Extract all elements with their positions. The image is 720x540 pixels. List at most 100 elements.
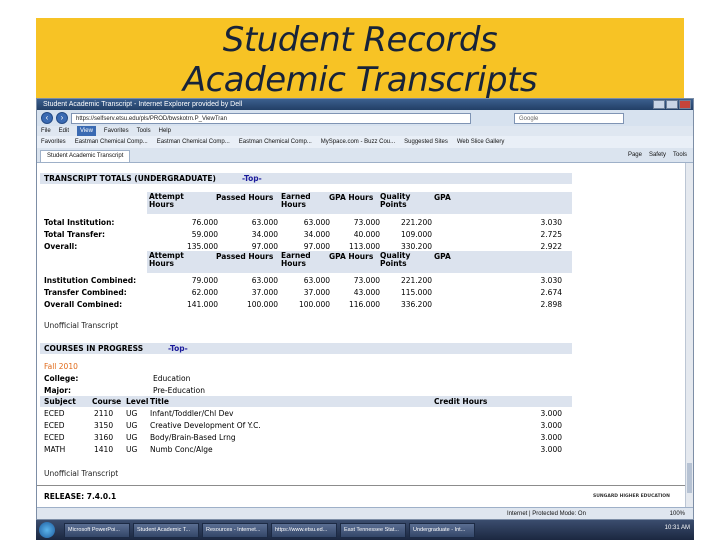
totals-top-link[interactable]: -Top- [242,174,262,183]
taskbar-item[interactable]: https://www.etsu.ed... [271,522,337,538]
cell: 109.000 [400,230,432,239]
cell: 37.000 [303,288,330,297]
minimize-button[interactable] [653,100,665,109]
cell: 141.000 [186,300,218,309]
menu-tools[interactable]: Tools [137,126,151,136]
hdr-gpa-hours: GPA Hours [329,252,374,261]
maximize-button[interactable] [666,100,678,109]
url-input[interactable]: https://selfserv.etsu.edu/pls/PROD/bwsko… [71,112,471,124]
college-value: Education [153,374,191,383]
course-subject: ECED [44,409,65,418]
zoom-level[interactable]: 100% [670,508,685,519]
course-number: 3150 [94,421,114,430]
course-subject: ECED [44,421,65,430]
hdr-credit-hours: Credit Hours [434,397,488,406]
unofficial-transcript-link[interactable]: Unofficial Transcript [44,469,118,478]
taskbar-item[interactable]: Resources - Internet... [202,522,268,538]
unofficial-transcript-link[interactable]: Unofficial Transcript [44,321,118,330]
taskbar-item[interactable]: Student Academic T... [133,522,199,538]
cmd-page[interactable]: Page [628,151,642,160]
back-arrow-icon[interactable]: ‹ [41,112,53,124]
fav-item[interactable]: Eastman Chemical Comp... [75,136,148,148]
tab-student-transcript[interactable]: Student Academic Transcript [40,150,131,162]
hdr-title: Title [150,397,169,406]
cell: 100.000 [246,300,278,309]
college-label: College: [44,374,79,383]
cell: 62.000 [191,288,218,297]
cell: 3.030 [540,218,562,227]
search-input[interactable]: Google [514,112,624,124]
fav-item[interactable]: Eastman Chemical Comp... [239,136,312,148]
release-label: RELEASE: 7.4.0.1 [44,492,117,501]
fav-item[interactable]: MySpace.com - Buzz Cou... [321,136,395,148]
sungard-logo: SUNGARD HIGHER EDUCATION [593,494,670,499]
start-button-icon[interactable] [39,522,55,538]
course-credit: 3.000 [540,433,562,442]
totals-title: TRANSCRIPT TOTALS (UNDERGRADUATE) [44,174,216,183]
cell: 76.000 [191,218,218,227]
slide-title-line-2: Academic Transcripts [182,60,538,100]
course-title: Numb Conc/Alge [150,445,213,454]
course-subject: MATH [44,445,66,454]
major-label: Major: [44,386,71,395]
course-title: Creative Development Of Y.C. [150,421,261,430]
course-level: UG [126,433,138,442]
menu-favorites[interactable]: Favorites [104,126,129,136]
fav-item[interactable]: Favorites [41,136,66,148]
cell: 43.000 [353,288,380,297]
fav-item[interactable]: Web Slice Gallery [457,136,505,148]
row-label: Institution Combined: [44,276,137,285]
scroll-thumb[interactable] [687,463,692,493]
taskbar: Microsoft PowerPoi... Student Academic T… [36,520,694,540]
menu-help[interactable]: Help [159,126,171,136]
page-content: TRANSCRIPT TOTALS (UNDERGRADUATE) -Top- … [37,163,687,507]
row-label: Total Transfer: [44,230,106,239]
cell: 73.000 [353,218,380,227]
course-level: UG [126,409,138,418]
courses-top-link[interactable]: -Top- [168,344,188,353]
menu-edit[interactable]: Edit [59,126,69,136]
course-level: UG [126,421,138,430]
forward-arrow-icon[interactable]: › [56,112,68,124]
slide-title-line-1: Student Records [222,20,498,60]
close-button[interactable] [679,100,691,109]
cell: 330.200 [400,242,432,251]
fav-item[interactable]: Eastman Chemical Comp... [157,136,230,148]
cell: 63.000 [251,218,278,227]
hdr-passed-hours: Passed Hours [216,193,274,202]
fav-item[interactable]: Suggested Sites [404,136,448,148]
favorites-bar: Favorites Eastman Chemical Comp... Eastm… [37,136,693,148]
tab-strip: Student Academic Transcript Page Safety … [37,148,693,163]
hdr-subject: Subject [44,397,76,406]
taskbar-item[interactable]: Undergraduate - Int... [409,522,475,538]
cell: 2.674 [540,288,562,297]
hdr-attempt-hours: Attempt Hours [149,192,184,209]
cell: 63.000 [303,276,330,285]
cell: 221.200 [400,218,432,227]
browser-window: Student Academic Transcript - Internet E… [36,98,694,520]
hdr-attempt-hours: Attempt Hours [149,251,184,268]
cell: 63.000 [303,218,330,227]
term-label: Fall 2010 [44,362,78,371]
course-title: Body/Brain-Based Lrng [150,433,236,442]
menu-view[interactable]: View [77,126,96,136]
address-bar: ‹ › https://selfserv.etsu.edu/pls/PROD/b… [37,110,693,126]
cell: 79.000 [191,276,218,285]
hdr-earned-hours: Earned Hours [281,192,311,209]
row-label: Transfer Combined: [44,288,127,297]
cell: 97.000 [251,242,278,251]
menu-file[interactable]: File [41,126,51,136]
courses-title: COURSES IN PROGRESS [44,344,144,353]
security-zone: Internet | Protected Mode: On [507,511,586,517]
hdr-level: Level [126,397,149,406]
cell: 40.000 [353,230,380,239]
cell: 34.000 [251,230,278,239]
cell: 2.725 [540,230,562,239]
cmd-tools[interactable]: Tools [673,151,687,160]
taskbar-item[interactable]: Microsoft PowerPoi... [64,522,130,538]
hdr-quality-points: Quality Points [380,192,411,209]
vertical-scrollbar[interactable] [685,163,693,507]
cmd-safety[interactable]: Safety [649,151,666,160]
course-credit: 3.000 [540,445,562,454]
taskbar-item[interactable]: East Tennessee Stat... [340,522,406,538]
